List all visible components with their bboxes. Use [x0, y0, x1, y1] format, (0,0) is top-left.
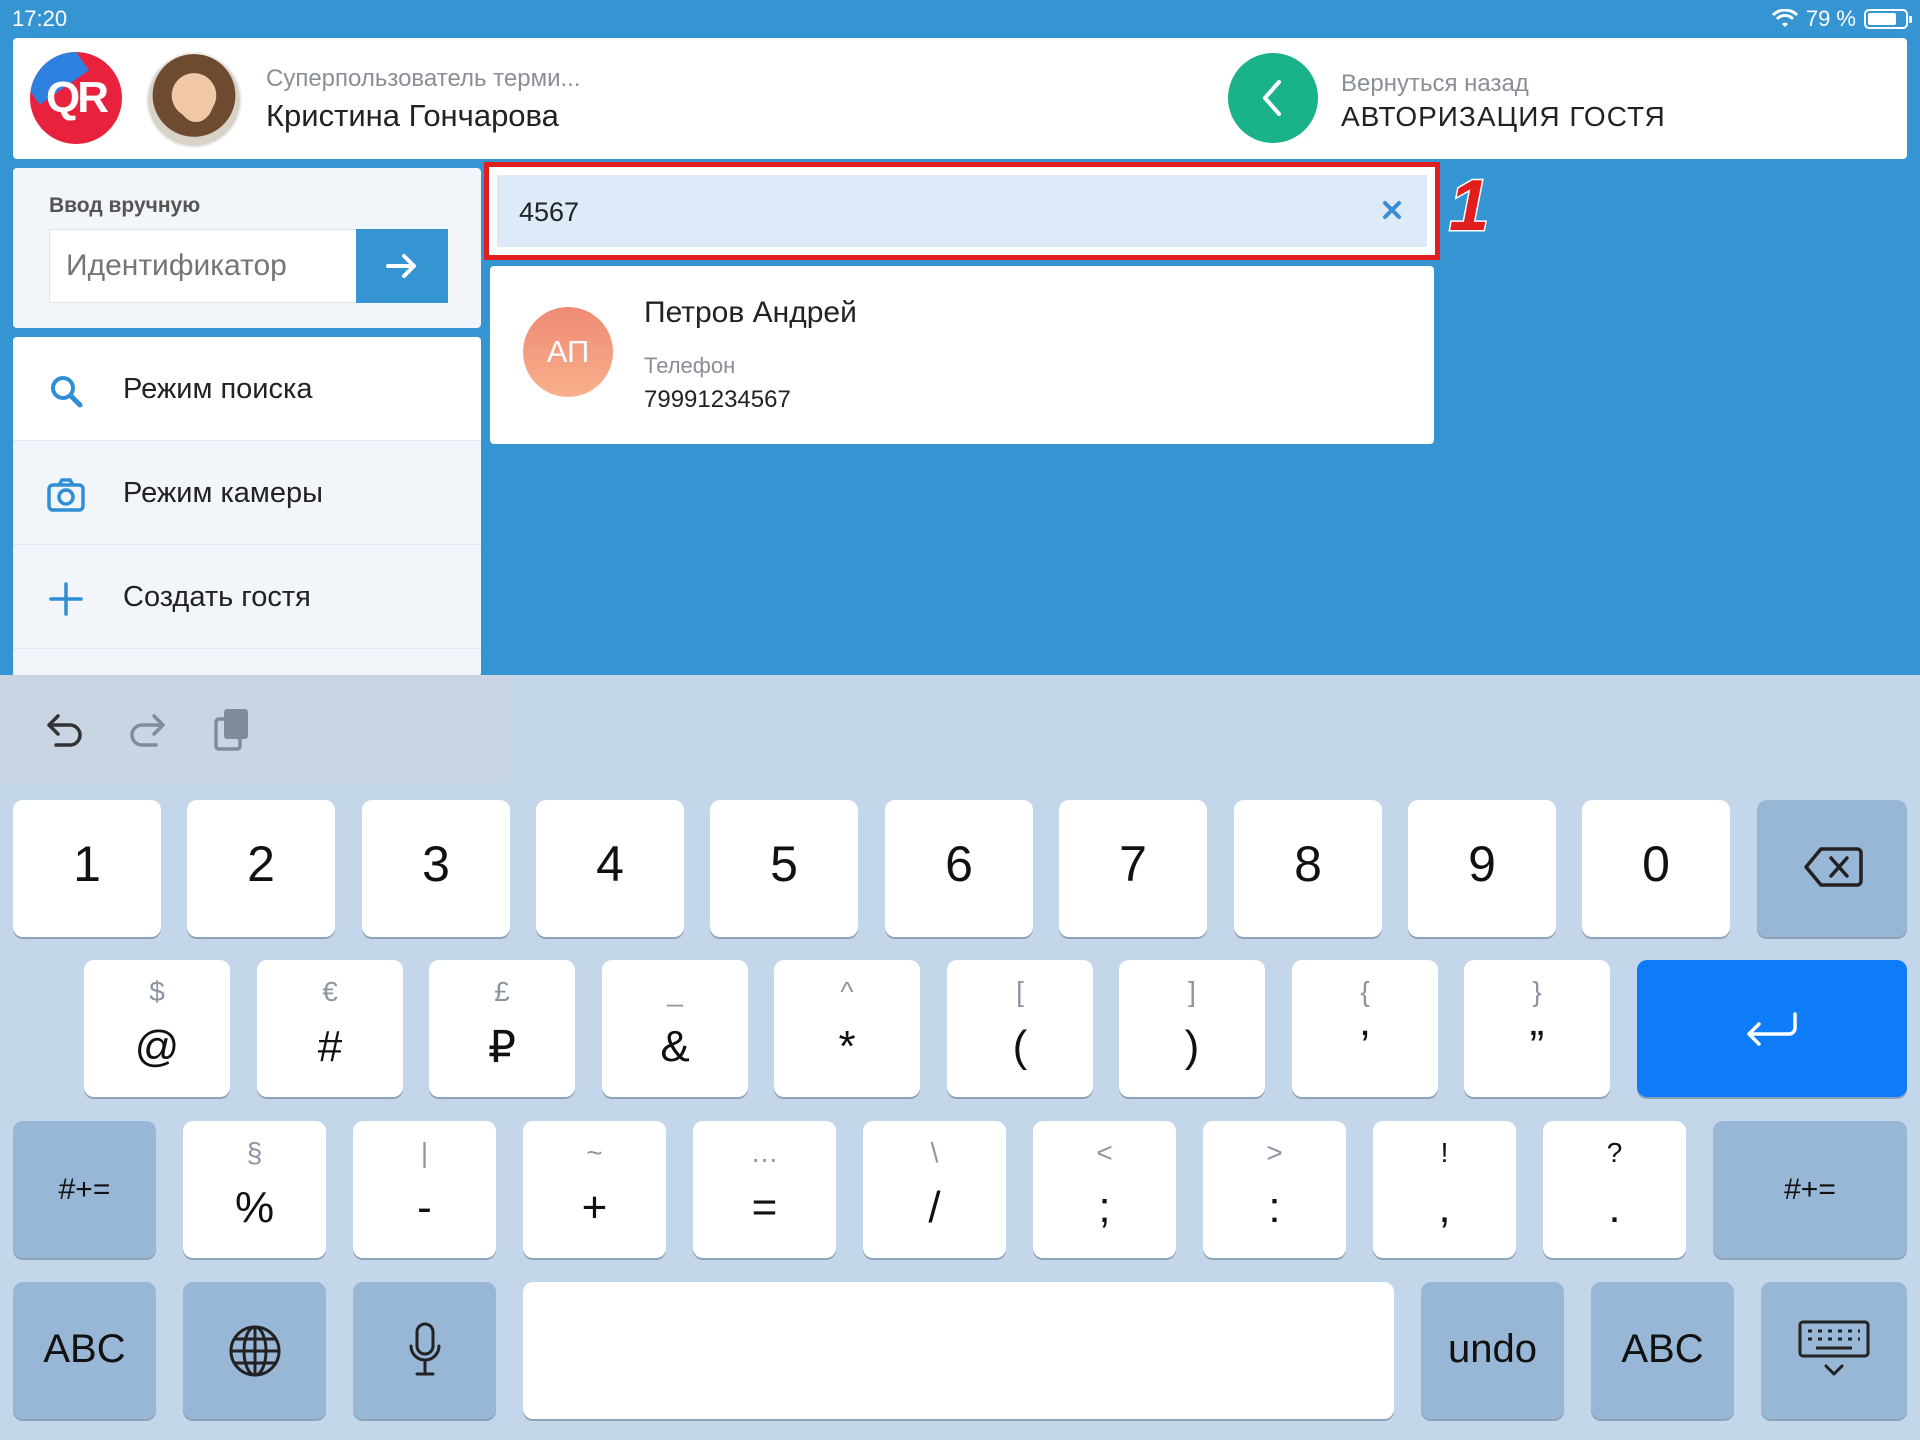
phone-value: 79991234567 [644, 386, 791, 413]
clear-icon[interactable] [1377, 195, 1407, 225]
search-highlight-frame: 4567 [484, 162, 1440, 260]
mode-menu: Режим поиска Режим камеры Создать гостя [13, 337, 481, 677]
abc-key-left[interactable]: ABC [13, 1282, 156, 1419]
status-bar: 17:20 79 % [0, 0, 1920, 36]
callout-number: 1 [1447, 166, 1490, 246]
symbols-key-right[interactable]: #+= [1713, 1121, 1907, 1258]
menu-item-label: Режим поиска [123, 373, 313, 405]
key-3[interactable]: 3 [362, 800, 510, 937]
phone-label: Телефон [644, 353, 736, 378]
search-icon [51, 376, 83, 408]
key-asterisk[interactable]: ^ * [774, 960, 920, 1097]
hide-keyboard-key[interactable] [1761, 1282, 1907, 1419]
key-1[interactable]: 1 [13, 800, 161, 937]
paste-icon[interactable] [210, 705, 254, 753]
key-colon[interactable]: >: [1203, 1121, 1346, 1258]
menu-item-camera-mode[interactable]: Режим камеры [13, 441, 481, 545]
microphone-icon [409, 1322, 441, 1376]
key-close-paren[interactable]: ]) [1119, 960, 1265, 1097]
undo-key[interactable]: undo [1421, 1282, 1564, 1419]
key-open-paren[interactable]: [( [947, 960, 1093, 1097]
battery-percent: 79 % [1805, 6, 1856, 31]
menu-item-create-guest[interactable]: Создать гостя [13, 545, 481, 649]
menu-item-label: Создать гостя [123, 581, 311, 613]
symbols-key-left[interactable]: #+= [13, 1121, 156, 1258]
redo-icon[interactable] [126, 705, 170, 753]
page-title: АВТОРИЗАЦИЯ ГОСТЯ [1341, 101, 1666, 132]
arrow-right-icon [386, 254, 416, 278]
key-apostrophe[interactable]: {’ [1292, 960, 1438, 1097]
key-0[interactable]: 0 [1582, 800, 1730, 937]
user-name: Кристина Гончарова [266, 98, 559, 133]
onscreen-keyboard: 1 2 3 4 5 6 7 8 9 0 $ @ € # £ ₽ _ & ^ * [( ])… [0, 675, 1920, 1440]
key-plus[interactable]: ~ + [523, 1121, 666, 1258]
undo-icon[interactable] [42, 705, 86, 753]
backspace-icon [1804, 847, 1863, 887]
guest-avatar: АП [523, 307, 613, 397]
submit-identifier-button[interactable] [356, 229, 448, 303]
key-ruble[interactable]: £ ₽ [429, 960, 575, 1097]
user-role: Суперпользователь терми... [266, 65, 581, 92]
back-button[interactable] [1228, 53, 1318, 143]
key-at[interactable]: $ @ [84, 960, 230, 1097]
menu-item-label: Режим камеры [123, 477, 323, 509]
key-period[interactable]: ?. [1543, 1121, 1686, 1258]
plus-icon [49, 582, 83, 616]
status-time: 17:20 [12, 6, 68, 31]
abc-key-right[interactable]: ABC [1591, 1282, 1734, 1419]
search-value: 4567 [519, 197, 580, 227]
qr-logo: QR [30, 52, 122, 144]
key-quote[interactable]: }” [1464, 960, 1610, 1097]
key-percent[interactable]: §% [183, 1121, 326, 1258]
guest-name: Петров Андрей [644, 296, 857, 329]
globe-icon [229, 1325, 281, 1377]
key-8[interactable]: 8 [1234, 800, 1382, 937]
manual-entry-panel: Ввод вручную [13, 168, 481, 328]
key-slash[interactable]: \ / [863, 1121, 1006, 1258]
key-2[interactable]: 2 [187, 800, 335, 937]
key-minus[interactable]: | - [353, 1121, 496, 1258]
user-avatar [146, 52, 242, 148]
microphone-key[interactable] [353, 1282, 496, 1419]
battery-icon [1864, 9, 1912, 29]
search-result-card[interactable]: АП Петров Андрей Телефон 79991234567 [490, 266, 1434, 444]
return-icon [1747, 1012, 1797, 1046]
key-7[interactable]: 7 [1059, 800, 1207, 937]
manual-entry-label: Ввод вручную [49, 194, 201, 217]
camera-icon [47, 478, 85, 512]
key-comma[interactable]: !, [1373, 1121, 1516, 1258]
menu-item-search-mode[interactable]: Режим поиска [13, 337, 481, 441]
back-subtitle: Вернуться назад [1341, 70, 1529, 97]
key-semicolon[interactable]: <; [1033, 1121, 1176, 1258]
key-ampersand[interactable]: _ & [602, 960, 748, 1097]
globe-key[interactable] [183, 1282, 326, 1419]
key-hash[interactable]: € # [257, 960, 403, 1097]
key-6[interactable]: 6 [885, 800, 1033, 937]
return-key[interactable] [1637, 960, 1907, 1097]
key-9[interactable]: 9 [1408, 800, 1556, 937]
key-equals[interactable]: … = [693, 1121, 836, 1258]
backspace-key[interactable] [1757, 800, 1907, 937]
key-4[interactable]: 4 [536, 800, 684, 937]
wifi-icon [1771, 9, 1798, 27]
keyboard-toolbar [0, 675, 510, 782]
app-header: QR Суперпользователь терми... Кристина Г… [13, 38, 1907, 159]
identifier-input[interactable] [49, 229, 357, 303]
chevron-left-icon [1263, 80, 1281, 116]
key-5[interactable]: 5 [710, 800, 858, 937]
space-key[interactable] [523, 1282, 1394, 1419]
keyboard-dismiss-icon [1798, 1320, 1870, 1376]
search-input[interactable]: 4567 [497, 175, 1427, 247]
